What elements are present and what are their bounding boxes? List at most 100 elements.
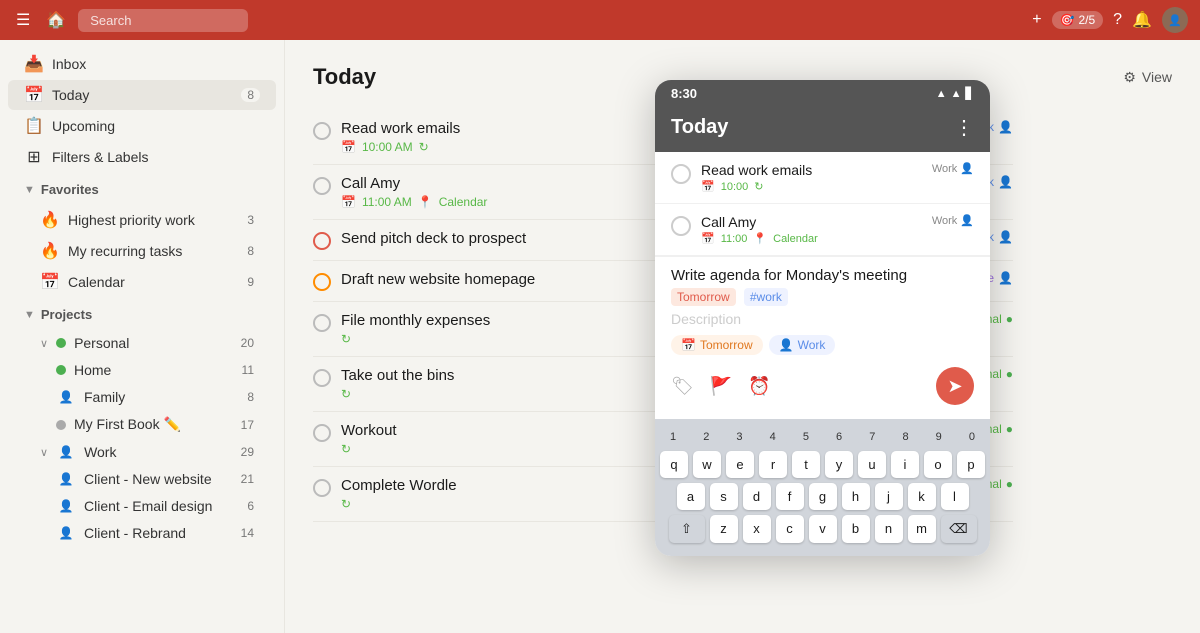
mobile-project-label: Work xyxy=(932,163,957,175)
mobile-pill-work[interactable]: 👤 Work xyxy=(769,335,836,355)
key-backspace[interactable]: ⌫ xyxy=(941,515,977,543)
key-5[interactable]: 5 xyxy=(792,427,820,447)
sidebar-item-mybook[interactable]: My First Book ✏️ 17 xyxy=(8,411,276,438)
key-q[interactable]: q xyxy=(660,451,688,478)
task-checkbox[interactable] xyxy=(313,479,331,497)
mobile-keyboard[interactable]: 1 2 3 4 5 6 7 8 9 0 q w e r t y xyxy=(655,419,990,556)
sidebar-item-recurring[interactable]: 🔥 My recurring tasks 8 xyxy=(8,236,276,266)
task-checkbox[interactable] xyxy=(313,122,331,140)
mobile-task-checkbox[interactable] xyxy=(671,164,691,184)
key-2[interactable]: 2 xyxy=(692,427,720,447)
key-m[interactable]: m xyxy=(908,515,936,543)
sidebar-item-work[interactable]: ∨ 👤 Work 29 xyxy=(8,439,276,465)
key-u[interactable]: u xyxy=(858,451,886,478)
personal-badge: 20 xyxy=(235,336,260,350)
key-3[interactable]: 3 xyxy=(725,427,753,447)
key-v[interactable]: v xyxy=(809,515,837,543)
projects-label: Projects xyxy=(41,307,92,322)
karma-badge: 🎯 2/5 xyxy=(1052,11,1104,29)
content-area: Today ⚙ View Read work emails 📅 10:00 AM… xyxy=(285,40,1200,633)
label-action-icon[interactable]: 🏷 xyxy=(671,376,694,397)
sidebar-item-home[interactable]: Home 11 xyxy=(8,357,276,383)
notification-bell-icon[interactable]: 🔔 xyxy=(1132,10,1152,30)
mobile-task-meta: 📅 10:00 ↻ xyxy=(701,180,922,193)
key-1[interactable]: 1 xyxy=(659,427,687,447)
sidebar-item-personal[interactable]: ∨ Personal 20 xyxy=(8,330,276,356)
key-s[interactable]: s xyxy=(710,483,738,510)
key-8[interactable]: 8 xyxy=(891,427,919,447)
task-checkbox[interactable] xyxy=(313,314,331,332)
sidebar-item-client-new[interactable]: 👤 Client - New website 21 xyxy=(8,466,276,492)
inbox-icon: 📥 xyxy=(24,54,44,74)
sidebar-item-today[interactable]: 📅 Today 8 xyxy=(8,80,276,110)
key-d[interactable]: d xyxy=(743,483,771,510)
projects-chevron-icon: ▼ xyxy=(24,309,35,321)
topbar-left: ☰ 🏠 xyxy=(12,6,248,34)
key-k[interactable]: k xyxy=(908,483,936,510)
key-h[interactable]: h xyxy=(842,483,870,510)
favorites-section-header[interactable]: ▼ Favorites xyxy=(8,176,276,203)
personal-chevron-icon: ∨ xyxy=(40,337,48,350)
view-button[interactable]: ⚙ View xyxy=(1123,69,1172,86)
personal-label: Personal xyxy=(74,335,227,351)
sidebar-item-client-email[interactable]: 👤 Client - Email design 6 xyxy=(8,493,276,519)
sidebar-item-highest-priority[interactable]: 🔥 Highest priority work 3 xyxy=(8,205,276,235)
key-c[interactable]: c xyxy=(776,515,804,543)
sidebar-item-client-rebrand[interactable]: 👤 Client - Rebrand 14 xyxy=(8,520,276,546)
task-time: 11:00 AM xyxy=(362,195,412,209)
mobile-pill-tomorrow[interactable]: 📅 Tomorrow xyxy=(671,335,763,355)
key-4[interactable]: 4 xyxy=(759,427,787,447)
key-t[interactable]: t xyxy=(792,451,820,478)
menu-icon[interactable]: ☰ xyxy=(12,6,34,34)
flag-action-icon[interactable]: 🚩 xyxy=(710,376,732,397)
mobile-tags-row: 📅 Tomorrow 👤 Work xyxy=(671,335,974,355)
key-b[interactable]: b xyxy=(842,515,870,543)
search-input[interactable] xyxy=(78,9,248,32)
task-checkbox[interactable] xyxy=(313,177,331,195)
mobile-more-icon[interactable]: ⋮ xyxy=(954,115,974,140)
task-project-person-icon: 👤 xyxy=(998,271,1013,285)
key-6[interactable]: 6 xyxy=(825,427,853,447)
key-g[interactable]: g xyxy=(809,483,837,510)
today-label: Today xyxy=(52,87,233,103)
key-x[interactable]: x xyxy=(743,515,771,543)
sidebar-item-calendar[interactable]: 📅 Calendar 9 xyxy=(8,267,276,297)
key-z[interactable]: z xyxy=(710,515,738,543)
avatar[interactable]: 👤 xyxy=(1162,7,1188,33)
key-0[interactable]: 0 xyxy=(958,427,986,447)
key-n[interactable]: n xyxy=(875,515,903,543)
key-shift[interactable]: ⇧ xyxy=(669,515,705,543)
task-checkbox[interactable] xyxy=(313,424,331,442)
task-checkbox[interactable] xyxy=(313,369,331,387)
key-7[interactable]: 7 xyxy=(858,427,886,447)
key-9[interactable]: 9 xyxy=(925,427,953,447)
key-i[interactable]: i xyxy=(891,451,919,478)
key-e[interactable]: e xyxy=(726,451,754,478)
client-new-person-icon: 👤 xyxy=(56,472,76,486)
mobile-task-content: Call Amy 📅 11:00 📍 Calendar xyxy=(701,214,922,245)
key-y[interactable]: y xyxy=(825,451,853,478)
task-checkbox-priority-2[interactable] xyxy=(313,273,331,291)
sidebar-item-inbox[interactable]: 📥 Inbox xyxy=(8,49,276,79)
key-w[interactable]: w xyxy=(693,451,721,478)
send-button[interactable]: ➤ xyxy=(936,367,974,405)
sidebar-item-family[interactable]: 👤 Family 8 xyxy=(8,384,276,410)
mobile-task-checkbox[interactable] xyxy=(671,216,691,236)
key-p[interactable]: p xyxy=(957,451,985,478)
key-f[interactable]: f xyxy=(776,483,804,510)
add-button[interactable]: + xyxy=(1032,11,1041,29)
key-j[interactable]: j xyxy=(875,483,903,510)
reminder-action-icon[interactable]: ⏰ xyxy=(748,376,770,397)
home-icon[interactable]: 🏠 xyxy=(42,6,70,34)
task-project-dot-icon: ● xyxy=(1006,367,1013,381)
key-a[interactable]: a xyxy=(677,483,705,510)
key-l[interactable]: l xyxy=(941,483,969,510)
sidebar-item-upcoming[interactable]: 📋 Upcoming xyxy=(8,111,276,141)
help-button[interactable]: ? xyxy=(1113,11,1122,29)
projects-section-header[interactable]: ▼ Projects xyxy=(8,301,276,328)
sidebar-item-filters[interactable]: ⊞ Filters & Labels xyxy=(8,142,276,172)
key-o[interactable]: o xyxy=(924,451,952,478)
key-r[interactable]: r xyxy=(759,451,787,478)
keyboard-row-2: a s d f g h j k l xyxy=(659,483,986,510)
task-checkbox-priority-1[interactable] xyxy=(313,232,331,250)
